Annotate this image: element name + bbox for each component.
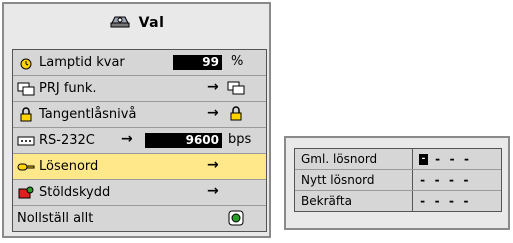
- anti-theft-icon: [17, 186, 35, 200]
- menu-item-password[interactable]: Lösenord →: [13, 154, 266, 180]
- old-password-value: - - -: [434, 152, 471, 166]
- menu-item-prj-function[interactable]: PRJ funk. →: [13, 76, 266, 102]
- submenu-arrow-icon: →: [207, 157, 219, 173]
- options-menu-icon: [109, 13, 131, 33]
- lamp-time-value: 99: [173, 55, 222, 70]
- submenu-arrow-icon: →: [207, 183, 219, 199]
- confirm-password-row[interactable]: Bekräfta - - - -: [295, 191, 501, 211]
- submenu-arrow-icon: →: [207, 79, 219, 95]
- menu-item-reset-all[interactable]: Nollställ allt: [13, 206, 266, 231]
- menu-item-label: Lösenord: [39, 159, 99, 174]
- menu-item-label: PRJ funk.: [39, 81, 97, 96]
- baud-rate-value: 9600: [145, 133, 222, 148]
- password-panel: Gml. lösnord - - - - Nytt lösnord - - - …: [284, 136, 510, 230]
- lamp-timer-icon: [17, 56, 35, 70]
- password-fields: Gml. lösnord - - - - Nytt lösnord - - - …: [294, 148, 502, 212]
- old-password-field[interactable]: - - - -: [413, 152, 501, 166]
- input-cursor: -: [419, 153, 428, 165]
- menu-item-key-lock-level[interactable]: Tangentlåsnivå →: [13, 102, 266, 128]
- submenu-arrow-icon: →: [121, 131, 133, 147]
- reset-icon: [228, 210, 244, 230]
- menu-title-text: Val: [138, 15, 165, 31]
- padlock-icon: [229, 106, 243, 125]
- menu-item-label: RS-232C: [39, 133, 95, 148]
- options-menu-panel: Val Lamptid kvar 99 % PRJ funk. → Tangen…: [2, 2, 271, 238]
- confirm-password-field[interactable]: - - - -: [413, 194, 501, 208]
- projector-screen-icon: [227, 81, 245, 99]
- menu-item-label: Tangentlåsnivå: [39, 107, 137, 122]
- projector-screen-icon: [17, 82, 35, 96]
- menu-item-anti-theft[interactable]: Stöldskydd →: [13, 180, 266, 206]
- menu-title: Val: [4, 4, 269, 42]
- old-password-row[interactable]: Gml. lösnord - - - -: [295, 149, 501, 170]
- old-password-label: Gml. lösnord: [295, 149, 413, 169]
- serial-port-icon: [17, 134, 35, 148]
- lamp-time-unit: %: [231, 54, 244, 69]
- new-password-label: Nytt lösnord: [295, 170, 413, 190]
- new-password-row[interactable]: Nytt lösnord - - - -: [295, 170, 501, 191]
- menu-list: Lamptid kvar 99 % PRJ funk. → Tangentlås…: [12, 49, 267, 232]
- submenu-arrow-icon: →: [207, 105, 219, 121]
- padlock-icon: [17, 107, 35, 122]
- new-password-field[interactable]: - - - -: [413, 173, 501, 187]
- confirm-password-label: Bekräfta: [295, 191, 413, 211]
- key-icon: [17, 160, 35, 174]
- baud-rate-unit: bps: [228, 132, 252, 147]
- menu-item-label: Nollställ allt: [17, 211, 94, 226]
- menu-item-lamp-time[interactable]: Lamptid kvar 99 %: [13, 50, 266, 76]
- menu-item-rs232c[interactable]: RS-232C → 9600 bps: [13, 128, 266, 154]
- menu-item-label: Lamptid kvar: [39, 55, 125, 70]
- menu-item-label: Stöldskydd: [39, 185, 111, 200]
